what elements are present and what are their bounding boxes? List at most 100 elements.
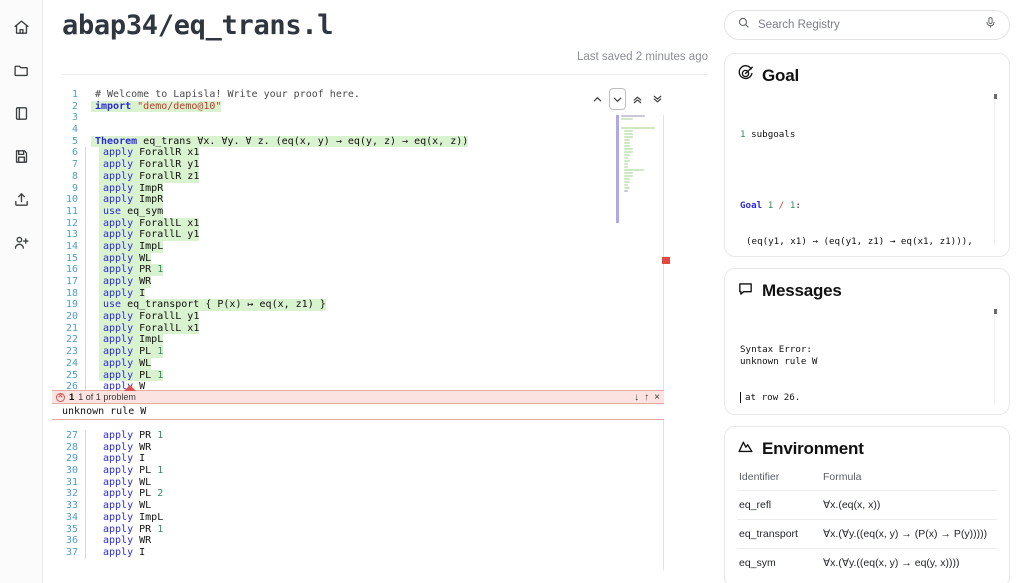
goal-scrollbar[interactable] — [994, 94, 997, 246]
code-line[interactable]: 14 apply ImpL — [52, 240, 708, 253]
problem-panel: ✕ 1 1 of 1 problem ↓ ↑ × unknown rule W — [52, 385, 664, 420]
line-number: 22 — [65, 334, 78, 346]
code-line[interactable]: 30 apply PL 1 — [52, 465, 708, 477]
error-circle-icon: ✕ — [56, 392, 65, 402]
code-text: apply ForallL x1 — [99, 217, 200, 230]
problem-next-icon[interactable]: ↓ — [634, 392, 639, 403]
code-line[interactable]: 37 apply I — [52, 546, 708, 559]
code-text: apply ForallL x1 — [99, 322, 200, 335]
code-gutter — [85, 194, 91, 206]
goal-content[interactable]: 1 subgoals Goal 1 / 1: (eq(y1, x1) → (eq… — [737, 94, 997, 246]
save-icon[interactable] — [6, 141, 36, 171]
microphone-icon[interactable] — [984, 16, 997, 34]
problem-count: 1 — [69, 391, 75, 403]
code-line[interactable]: 27 apply PR 1 — [52, 430, 708, 442]
problem-prev-icon[interactable]: ↑ — [644, 392, 649, 403]
code-line[interactable]: 35 apply PR 1 — [52, 523, 708, 536]
code-line[interactable]: 32 apply PL 2 — [52, 488, 708, 501]
search-input[interactable] — [758, 19, 976, 31]
goal-heading: Goal 1 / 1: — [740, 200, 801, 212]
double-chevron-up-icon[interactable] — [629, 88, 646, 110]
code-text: apply ForallR x1 — [99, 147, 200, 160]
table-row[interactable]: eq_refl ∀x.(eq(x, x)) — [737, 490, 997, 520]
search-bar[interactable] — [724, 10, 1010, 40]
target-icon — [737, 65, 754, 87]
upload-icon[interactable] — [6, 184, 36, 214]
code-line[interactable]: 20 apply ForallL y1 — [52, 311, 708, 323]
code-line[interactable]: 10 apply ImpR — [52, 194, 708, 206]
code-gutter — [85, 488, 91, 501]
problem-close-icon[interactable]: × — [654, 392, 660, 403]
goal-scrollbar-thumb[interactable] — [994, 94, 997, 99]
code-line[interactable]: 6 apply ForallR x1 — [52, 147, 708, 160]
code-line[interactable]: 8 apply ForallR z1 — [52, 170, 708, 183]
code-line[interactable]: 16 apply PR 1 — [52, 264, 708, 276]
home-icon[interactable] — [6, 12, 36, 42]
problem-header: ✕ 1 1 of 1 problem ↓ ↑ × — [52, 390, 664, 404]
code-line[interactable]: 4 — [52, 124, 708, 136]
code-line[interactable]: 19 use eq_transport { P(x) ↦ eq(x, z1) } — [52, 299, 708, 312]
code-text: apply PR 1 — [103, 523, 164, 535]
code-line[interactable]: 22 apply ImpL — [52, 334, 708, 347]
messages-scrollbar-thumb[interactable] — [994, 309, 997, 314]
code-line[interactable]: 29 apply I — [52, 453, 708, 466]
code-line[interactable]: 17 apply WR — [52, 276, 708, 288]
code-line[interactable]: 28 apply WR — [52, 441, 708, 454]
code-line[interactable]: 3 — [52, 112, 708, 124]
table-row[interactable]: eq_transport ∀x.(∀y.((eq(x, y) → (P(x) → … — [737, 519, 997, 549]
chevron-up-icon[interactable] — [589, 88, 606, 110]
messages-title: Messages — [762, 281, 842, 300]
add-user-icon[interactable] — [6, 227, 36, 257]
code-gutter — [85, 264, 91, 276]
code-line[interactable]: 15 apply WL — [52, 252, 708, 265]
line-number: 24 — [65, 357, 78, 369]
line-number: 34 — [65, 511, 78, 523]
folder-icon[interactable] — [6, 55, 36, 85]
code-line[interactable]: 24 apply WL — [52, 357, 708, 370]
code-line[interactable]: 13 apply ForallL y1 — [52, 229, 708, 241]
environment-card-header: Environment — [737, 438, 997, 460]
line-number: 11 — [65, 205, 78, 217]
code-line[interactable]: 34 apply ImpL — [52, 511, 708, 524]
column-header-formula: Formula — [823, 467, 997, 491]
code-line[interactable]: 21 apply ForallL x1 — [52, 322, 708, 335]
messages-content[interactable]: Syntax Error: unknown rule W at row 26. — [737, 309, 997, 404]
code-line[interactable]: 7 apply ForallR y1 — [52, 159, 708, 171]
book-icon[interactable] — [6, 98, 36, 128]
code-line[interactable]: 33 apply WL — [52, 500, 708, 512]
code-gutter — [85, 276, 91, 288]
code-line[interactable]: 11 use eq_sym — [52, 205, 708, 218]
code-gutter — [85, 299, 91, 312]
code-text: # Welcome to Lapisla! Write your proof h… — [95, 89, 360, 100]
double-chevron-down-icon[interactable] — [649, 88, 666, 110]
goal-hypothesis: (eq(y1, x1) → (eq(y1, z1) → eq(x1, z1)))… — [746, 235, 973, 246]
code-line[interactable]: 23 apply PL 1 — [52, 346, 708, 358]
code-line[interactable]: 9 apply ImpR — [52, 182, 708, 195]
messages-scrollbar[interactable] — [994, 309, 997, 404]
table-header-row: Identifier Formula — [737, 467, 997, 491]
code-line[interactable]: 5 Theorem eq_trans ∀x. ∀y. ∀ z. (eq(x, y)… — [52, 135, 708, 148]
code-gutter — [85, 546, 91, 559]
code-text: apply WL — [99, 252, 152, 265]
code-line[interactable]: 31 apply WL — [52, 476, 708, 489]
code-editor[interactable]: 1 # Welcome to Lapisla! Write your proof … — [52, 85, 708, 577]
code-gutter — [85, 205, 91, 218]
code-line[interactable]: 18 apply I — [52, 287, 708, 300]
code-text: apply ForallR y1 — [99, 159, 200, 171]
goal-card-header: Goal — [737, 65, 997, 87]
line-number: 9 — [71, 182, 78, 194]
line-number: 3 — [71, 112, 78, 124]
chevron-down-icon[interactable] — [609, 88, 626, 110]
line-number: 28 — [65, 441, 78, 453]
table-row[interactable]: eq_sym ∀x.(∀y.((eq(x, y) → eq(y, x)))) — [737, 549, 997, 578]
code-gutter — [85, 465, 91, 477]
code-line[interactable]: 12 apply ForallL x1 — [52, 217, 708, 230]
code-text: apply WL — [99, 357, 152, 370]
code-line[interactable]: 36 apply WR — [52, 535, 708, 547]
code-line[interactable]: 25 apply PL 1 — [52, 369, 708, 382]
code-scroll-area-bottom[interactable]: 27 apply PR 1 28 apply WR 29 apply I 30 apply P… — [52, 426, 708, 577]
code-gutter — [85, 500, 91, 512]
code-gutter — [85, 252, 91, 265]
line-number: 25 — [65, 369, 78, 381]
code-gutter — [85, 430, 91, 442]
